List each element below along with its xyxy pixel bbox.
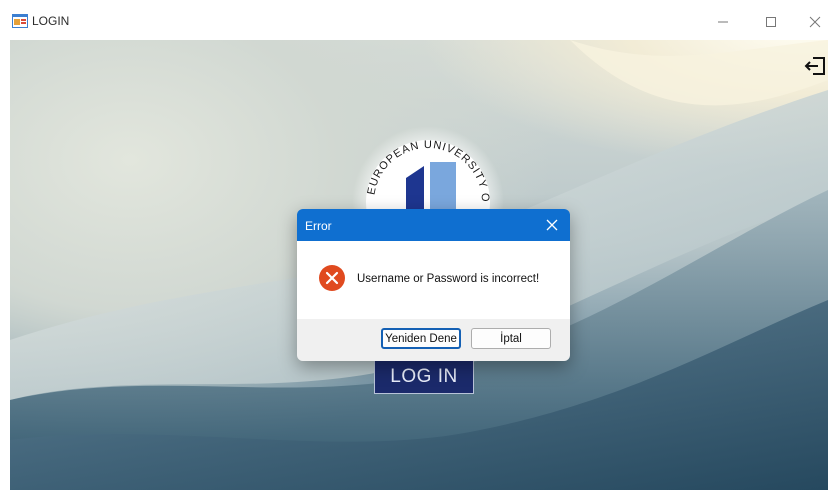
maximize-icon — [766, 17, 776, 27]
login-button[interactable]: LOG IN — [374, 360, 474, 394]
window-close-button[interactable] — [800, 8, 828, 36]
window-title: LOGIN — [32, 14, 70, 28]
dialog-footer: Yeniden Dene İptal — [297, 319, 570, 361]
dialog-close-button[interactable] — [542, 215, 562, 235]
error-icon — [319, 265, 345, 291]
retry-button[interactable]: Yeniden Dene — [381, 328, 461, 349]
minimize-button[interactable] — [708, 8, 738, 36]
error-message: Username or Password is incorrect! — [357, 273, 540, 285]
dialog-title: Error — [305, 219, 332, 233]
error-dialog: Error Username or Password is incorrect!… — [297, 209, 570, 361]
dialog-title-bar: Error — [297, 209, 570, 241]
exit-icon[interactable] — [804, 54, 828, 78]
cancel-button[interactable]: İptal — [471, 328, 551, 349]
minimize-icon — [718, 21, 728, 23]
maximize-button[interactable] — [756, 8, 786, 36]
dialog-body: Username or Password is incorrect! — [297, 241, 570, 319]
close-icon — [546, 219, 558, 231]
title-bar: LOGIN — [0, 0, 828, 40]
app-form-icon — [12, 14, 28, 28]
close-icon — [809, 16, 821, 28]
